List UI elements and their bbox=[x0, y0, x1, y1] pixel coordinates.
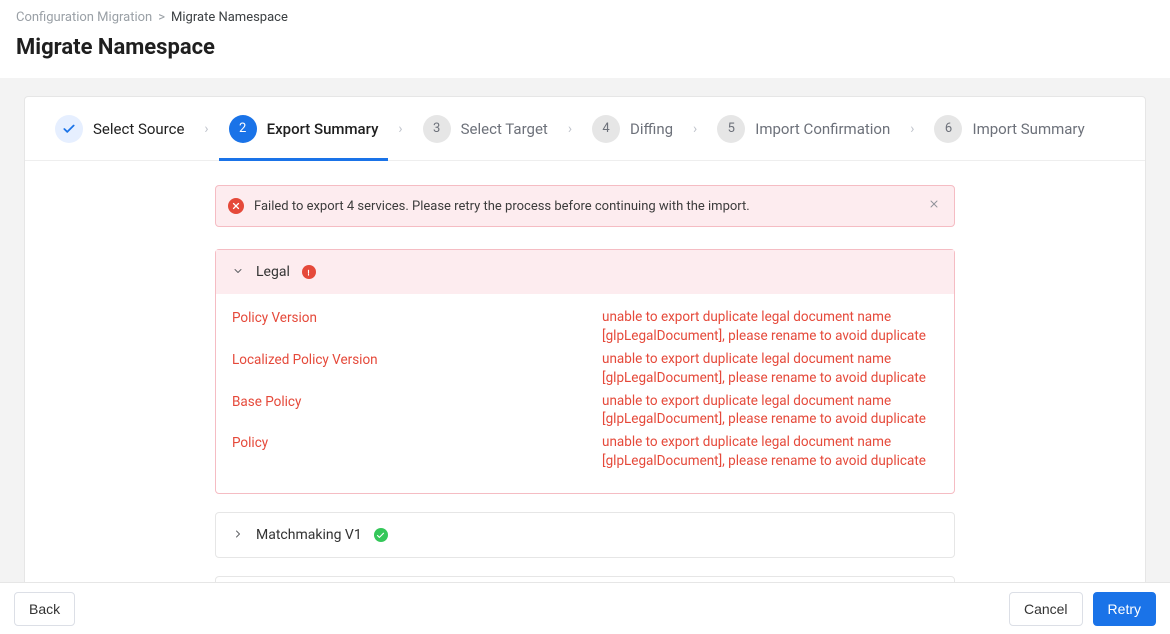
section-header[interactable]: Legal bbox=[216, 250, 954, 294]
chevron-right-icon: › bbox=[198, 121, 214, 137]
close-icon[interactable] bbox=[926, 196, 942, 216]
footer: Back Cancel Retry bbox=[0, 582, 1170, 634]
page-title: Migrate Namespace bbox=[16, 35, 1154, 60]
step-import-confirmation[interactable]: 5 Import Confirmation bbox=[707, 97, 900, 160]
section-header[interactable]: Matchmaking V1 bbox=[216, 513, 954, 557]
step-import-summary[interactable]: 6 Import Summary bbox=[924, 97, 1094, 160]
error-message: unable to export duplicate legal documen… bbox=[602, 308, 938, 346]
breadcrumb: Configuration Migration > Migrate Namesp… bbox=[16, 10, 1154, 25]
wizard-card: Select Source › 2 Export Summary › 3 Sel… bbox=[24, 96, 1146, 582]
service-name: Localized Policy Version bbox=[232, 350, 602, 368]
breadcrumb-parent[interactable]: Configuration Migration bbox=[16, 10, 152, 25]
error-message: unable to export duplicate legal documen… bbox=[602, 433, 938, 471]
step-label: Diffing bbox=[630, 120, 673, 138]
step-diffing[interactable]: 4 Diffing bbox=[582, 97, 683, 160]
error-row: Localized Policy Version unable to expor… bbox=[232, 350, 938, 388]
error-status-icon bbox=[302, 265, 316, 279]
chevron-right-icon: › bbox=[687, 121, 703, 137]
success-status-icon bbox=[374, 528, 388, 542]
step-number-badge: 3 bbox=[423, 115, 451, 143]
error-row: Base Policy unable to export duplicate l… bbox=[232, 392, 938, 430]
error-alert: Failed to export 4 services. Please retr… bbox=[215, 185, 955, 227]
service-name: Policy bbox=[232, 433, 602, 451]
alert-text: Failed to export 4 services. Please retr… bbox=[254, 199, 916, 214]
back-button[interactable]: Back bbox=[14, 592, 75, 626]
service-name: Policy Version bbox=[232, 308, 602, 326]
step-select-source[interactable]: Select Source bbox=[45, 97, 194, 160]
error-row: Policy unable to export duplicate legal … bbox=[232, 433, 938, 471]
error-icon bbox=[228, 198, 244, 214]
step-number-badge: 5 bbox=[717, 115, 745, 143]
step-number-badge: 2 bbox=[229, 115, 257, 143]
chevron-right-icon: › bbox=[562, 121, 578, 137]
error-message: unable to export duplicate legal documen… bbox=[602, 392, 938, 430]
section-legal: Legal Policy Version unable to export du… bbox=[215, 249, 955, 494]
step-label: Import Confirmation bbox=[755, 120, 890, 138]
cancel-button[interactable]: Cancel bbox=[1009, 592, 1083, 626]
step-label: Import Summary bbox=[972, 120, 1084, 138]
service-name: Base Policy bbox=[232, 392, 602, 410]
step-label: Export Summary bbox=[267, 120, 379, 138]
breadcrumb-sep: > bbox=[158, 10, 165, 25]
step-select-target[interactable]: 3 Select Target bbox=[413, 97, 558, 160]
section-title: Matchmaking V1 bbox=[256, 527, 362, 543]
breadcrumb-current: Migrate Namespace bbox=[171, 10, 288, 25]
chevron-right-icon: › bbox=[392, 121, 408, 137]
section-title: Legal bbox=[256, 264, 290, 280]
step-export-summary[interactable]: 2 Export Summary bbox=[219, 97, 389, 160]
check-icon bbox=[55, 115, 83, 143]
section-matchmaking: Matchmaking V1 bbox=[215, 512, 955, 558]
retry-button[interactable]: Retry bbox=[1093, 592, 1156, 626]
chevron-down-icon bbox=[232, 265, 244, 280]
step-number-badge: 4 bbox=[592, 115, 620, 143]
chevron-right-icon: › bbox=[904, 121, 920, 137]
step-label: Select Source bbox=[93, 120, 184, 138]
error-message: unable to export duplicate legal documen… bbox=[602, 350, 938, 388]
step-number-badge: 6 bbox=[934, 115, 962, 143]
step-label: Select Target bbox=[461, 120, 548, 138]
chevron-right-icon bbox=[232, 528, 244, 543]
stepper: Select Source › 2 Export Summary › 3 Sel… bbox=[25, 97, 1145, 161]
error-row: Policy Version unable to export duplicat… bbox=[232, 308, 938, 346]
